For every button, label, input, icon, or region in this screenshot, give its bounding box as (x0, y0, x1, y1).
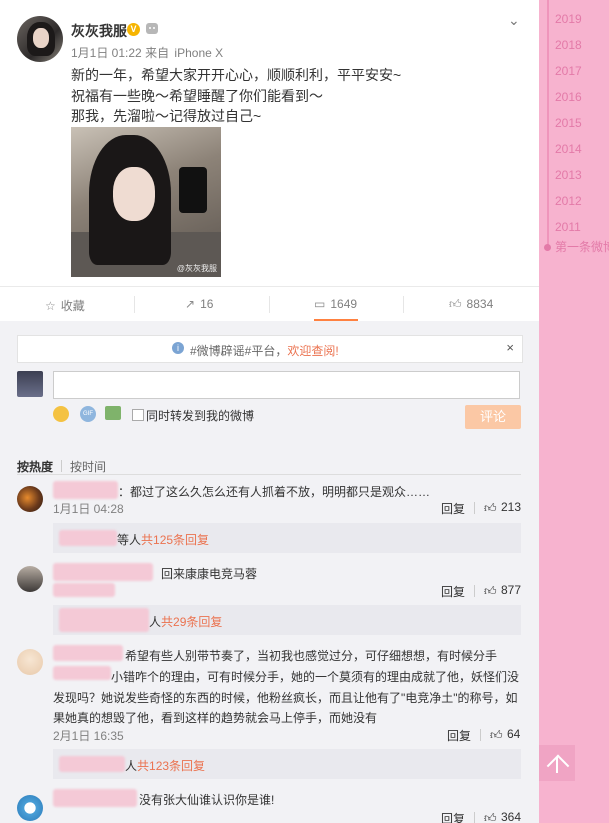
reply-button[interactable]: 回复 (441, 810, 465, 823)
timeline-dot-icon (544, 244, 551, 251)
username[interactable]: 灰灰我服 (71, 21, 127, 41)
timeline-year[interactable]: 2013 (555, 168, 582, 182)
post-device: iPhone X (174, 46, 224, 60)
post-text-line: 祝福有一些晚～希望睡醒了你们能看到～ (71, 88, 323, 104)
redacted-username (53, 789, 137, 807)
timeline-year[interactable]: 2018 (555, 38, 582, 52)
post-photo[interactable]: @灰灰我服 (71, 127, 221, 277)
sub-replies[interactable]: 人共29条回复 (53, 605, 521, 635)
comment-text: 小错咋个的理由，可有时候分手，她的一个莫须有的理由成就了他，妖怪们没 (111, 670, 520, 684)
comment-input[interactable] (53, 371, 520, 399)
back-to-top-button[interactable] (539, 745, 575, 781)
post-text-line: 新的一年，希望大家开开心心，顺顺利利，平平安安~ (71, 67, 402, 83)
my-avatar (17, 371, 43, 397)
sort-by-time[interactable]: 按时间 (70, 458, 106, 475)
forward-button[interactable]: ↗ 16 (185, 297, 213, 311)
emoji-icon[interactable] (53, 406, 69, 422)
comment-text: 回来康康电竞马蓉 (161, 567, 258, 581)
verified-badge-icon: V (127, 23, 140, 36)
user-avatar[interactable] (17, 16, 63, 62)
thumbs-up-icon: 👍︎ (484, 584, 497, 598)
comment-avatar[interactable] (17, 566, 43, 592)
comment-text: 没有张大仙谁认识你是谁! (139, 793, 275, 807)
post-text-line: 那我，先溜啦～记得放过自己~ (71, 108, 262, 124)
star-icon: ☆ (45, 299, 56, 313)
sub-replies[interactable]: 等人共125条回复 (53, 523, 521, 553)
robot-icon (146, 23, 158, 34)
forward-checkbox[interactable] (132, 409, 144, 421)
comment-avatar[interactable] (17, 649, 43, 675)
comment-avatar[interactable] (17, 795, 43, 821)
like-button[interactable]: 👍︎ 8834 (449, 297, 493, 312)
reply-button[interactable]: 回复 (441, 583, 465, 600)
thumbs-up-icon: 👍︎ (449, 297, 462, 311)
redacted-username (53, 563, 153, 581)
sort-by-hot[interactable]: 按热度 (17, 458, 53, 475)
chevron-down-icon[interactable]: ⌄ (508, 13, 520, 27)
notice-text: #微博辟谣#平台， (190, 344, 288, 358)
comment-time: 2月1日 16:35 (53, 729, 124, 743)
timeline-year[interactable]: 2019 (555, 12, 582, 26)
reply-button[interactable]: 回复 (447, 727, 471, 744)
timeline-year[interactable]: 2012 (555, 194, 582, 208)
weibo-post-panel: 灰灰我服 V ⌄ 1月1日 01:22 来自 iPhone X 新的一年，希望大… (0, 0, 539, 823)
thumbs-up-icon: 👍︎ (490, 728, 503, 742)
comment-text: 发现吗？她说发些奇怪的东西的时候，他粉丝疯长，而且让他有了"电竞净土"的称号，如 (53, 691, 518, 705)
share-icon: ↗ (185, 297, 196, 311)
comment-like-button[interactable]: 👍︎ 213 (484, 500, 521, 515)
sub-replies[interactable]: 人共123条回复 (53, 749, 521, 779)
source-prefix: 来自 (145, 46, 170, 60)
sub-reply-count[interactable]: 共29条回复 (161, 615, 222, 629)
post-meta: 1月1日 01:22 来自 iPhone X (71, 44, 223, 61)
image-icon[interactable] (105, 406, 121, 420)
comment-text: 果她真的想毁了他，看到这样的趋势就会马上停手，而她没有 (53, 711, 378, 725)
comment-icon: ▭ (314, 297, 326, 311)
timeline-year[interactable]: 2017 (555, 64, 582, 78)
redacted-mention (53, 666, 111, 680)
info-icon: i (172, 342, 184, 354)
photo-watermark: @灰灰我服 (176, 264, 217, 273)
rumor-notice: i #微博辟谣#平台，欢迎查阅! × (17, 335, 523, 363)
redacted-username (53, 645, 123, 661)
comment-text: 希望有些人别带节奏了，当初我也感觉过分，可仔细想想，有时候分手 (125, 649, 498, 663)
thumbs-up-icon: 👍︎ (484, 501, 497, 515)
sub-reply-count[interactable]: 共125条回复 (141, 533, 209, 547)
timeline-year[interactable]: 2011 (555, 220, 581, 234)
action-bar: ☆ 收藏 ↗ 16 ▭ 1649 👍︎ 8834 (0, 286, 539, 321)
timeline-year[interactable]: 2014 (555, 142, 582, 156)
post-time[interactable]: 1月1日 01:22 (71, 46, 142, 60)
comment-time: 1月1日 04:28 (53, 502, 124, 516)
close-icon[interactable]: × (506, 340, 514, 355)
sub-reply-count[interactable]: 共123条回复 (137, 759, 205, 773)
reply-button[interactable]: 回复 (441, 500, 465, 517)
comment-like-button[interactable]: 👍︎ 364 (484, 810, 521, 823)
timeline-year[interactable]: 2015 (555, 116, 582, 130)
timeline-first-post[interactable]: 第一条微博 (555, 238, 609, 255)
notice-link[interactable]: 欢迎查阅! (287, 344, 338, 358)
year-timeline: 2019 2018 2017 2016 2015 2014 2013 2012 … (539, 0, 609, 823)
comment-like-button[interactable]: 👍︎ 64 (490, 727, 520, 742)
comment-text: ：都过了这么久怎么还有人抓着不放，明明都只是观众…… (118, 485, 431, 499)
gif-icon[interactable]: GIF (80, 406, 96, 422)
comment-button[interactable]: ▭ 1649 (314, 297, 357, 311)
redacted-time (53, 583, 115, 597)
redacted-username (53, 481, 118, 499)
timeline-year[interactable]: 2016 (555, 90, 582, 104)
forward-checkbox-label: 同时转发到我的微博 (146, 409, 255, 423)
thumbs-up-icon: 👍︎ (484, 811, 497, 823)
comment-avatar[interactable] (17, 486, 43, 512)
send-comment-button[interactable]: 评论 (465, 405, 521, 429)
collect-button[interactable]: ☆ 收藏 (45, 297, 85, 314)
comment-like-button[interactable]: 👍︎ 877 (484, 583, 521, 598)
